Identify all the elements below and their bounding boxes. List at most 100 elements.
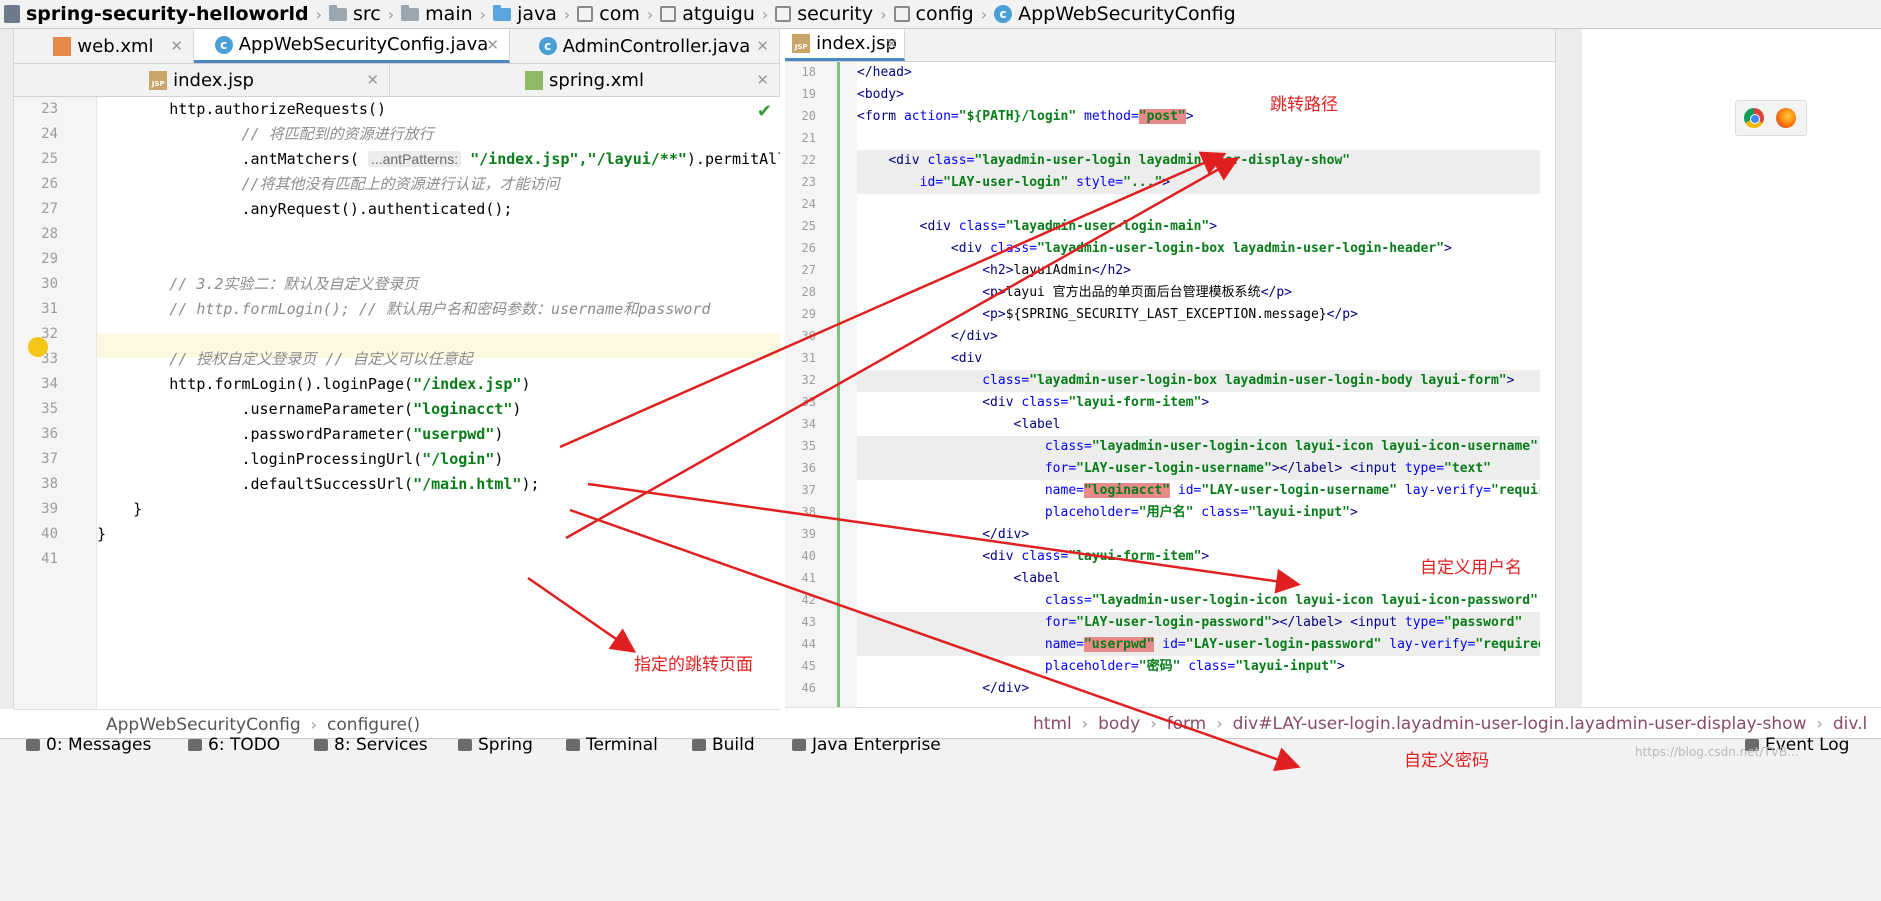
code-line[interactable]: .anyRequest().authenticated(); — [97, 197, 780, 222]
tab-index-jsp[interactable]: JSP index.jsp ✕ — [14, 64, 390, 96]
tool-messages[interactable]: 0: Messages — [26, 735, 151, 755]
close-icon[interactable]: ✕ — [756, 71, 769, 89]
code-line[interactable]: .loginProcessingUrl("/login") — [97, 447, 780, 472]
code-line[interactable]: <form action="${PATH}/login" method="pos… — [857, 106, 1540, 128]
code-line[interactable]: class="layadmin-user-login-box layadmin-… — [857, 370, 1540, 392]
code-line[interactable]: <body> — [857, 84, 1540, 106]
line-number: 27 — [41, 201, 58, 217]
tab-appwebsecurityconfig[interactable]: c AppWebSecurityConfig.java ✕ — [194, 29, 510, 63]
code-line[interactable]: placeholder="密码" class="layui-input"> — [857, 656, 1540, 678]
code-line[interactable]: <label — [857, 414, 1540, 436]
code-line[interactable]: <p>${SPRING_SECURITY_LAST_EXCEPTION.mess… — [857, 304, 1540, 326]
breadcrumb-item-main[interactable]: main — [397, 3, 476, 25]
status-form[interactable]: form — [1167, 714, 1207, 734]
close-icon[interactable]: ✕ — [366, 71, 379, 89]
code-line[interactable]: .usernameParameter("loginacct") — [97, 397, 780, 422]
code-line[interactable]: .defaultSuccessUrl("/main.html"); — [97, 472, 780, 497]
code-line[interactable]: http.formLogin().loginPage("/index.jsp") — [97, 372, 780, 397]
close-icon[interactable]: ✕ — [170, 37, 183, 55]
code-line[interactable]: for="LAY-user-login-password"></label> <… — [857, 612, 1540, 634]
tool-label: 0: Messages — [46, 735, 152, 755]
status-method[interactable]: configure() — [327, 715, 420, 735]
breadcrumb-item-class[interactable]: c AppWebSecurityConfig — [990, 3, 1240, 25]
tab-admincontroller[interactable]: c AdminController.java ✕ — [510, 29, 780, 63]
code-line[interactable]: placeholder="用户名" class="layui-input"> — [857, 502, 1540, 524]
tool-todo[interactable]: 6: TODO — [188, 735, 280, 755]
code-line[interactable]: <div class="layadmin-user-login layadmin… — [857, 150, 1540, 172]
code-line[interactable]: class="layadmin-user-login-icon layui-ic… — [857, 590, 1540, 612]
code-line[interactable]: class="layadmin-user-login-icon layui-ic… — [857, 436, 1540, 458]
tool-build[interactable]: Build — [692, 735, 755, 755]
code-line[interactable]: <h2>layuiAdmin</h2> — [857, 260, 1540, 282]
firefox-icon[interactable] — [1776, 108, 1796, 128]
status-html[interactable]: html — [1033, 714, 1072, 734]
code-line[interactable]: id="LAY-user-login" style="..."> — [857, 172, 1540, 194]
status-class[interactable]: AppWebSecurityConfig — [106, 715, 301, 735]
code-line[interactable]: //将其他没有匹配上的资源进行认证，才能访问 — [97, 172, 780, 197]
code-line[interactable] — [97, 222, 780, 247]
package-icon — [577, 6, 594, 22]
line-number: 28 — [41, 226, 58, 242]
status-div[interactable]: div#LAY-user-login.layadmin-user-login.l… — [1233, 714, 1807, 734]
code-line[interactable]: .antMatchers( ...antPatterns: "/index.js… — [97, 147, 780, 172]
close-icon[interactable]: ✕ — [756, 37, 769, 55]
code-line[interactable]: </div> — [857, 326, 1540, 348]
spring-xml-icon — [525, 70, 544, 90]
breadcrumb-item-security[interactable]: security — [771, 3, 877, 25]
tool-terminal[interactable]: Terminal — [566, 735, 658, 755]
code-line[interactable]: name="loginacct" id="LAY-user-login-user… — [857, 480, 1540, 502]
code-line[interactable]: // 将匹配到的资源进行放行 — [97, 122, 780, 147]
code-line[interactable]: <div — [857, 348, 1540, 370]
breadcrumb-item-src[interactable]: src — [325, 3, 385, 25]
code-line[interactable]: </div> — [857, 524, 1540, 546]
code-line[interactable]: .passwordParameter("userpwd") — [97, 422, 780, 447]
breadcrumb-item-java[interactable]: java — [489, 3, 561, 25]
code-line[interactable] — [97, 247, 780, 272]
code-line[interactable]: <div class="layui-form-item"> — [857, 392, 1540, 414]
line-number: 31 — [801, 351, 816, 365]
annotation-custom-username: 自定义用户名 — [1420, 558, 1522, 578]
breadcrumb-separator: › — [387, 4, 395, 24]
tool-services[interactable]: 8: Services — [314, 735, 428, 755]
inspection-ok-icon[interactable]: ✔ — [757, 101, 772, 122]
status-div-l[interactable]: div.l — [1833, 714, 1867, 734]
left-code-editor[interactable]: http.authorizeRequests() // 将匹配到的资源进行放行 … — [97, 97, 780, 709]
code-line[interactable]: </div> — [857, 678, 1540, 700]
close-icon[interactable]: ✕ — [885, 35, 898, 53]
code-line[interactable]: // 授权自定义登录页 // 自定义可以任意起 — [97, 347, 780, 372]
code-line[interactable] — [857, 128, 1540, 150]
code-line[interactable]: name="userpwd" id="LAY-user-login-passwo… — [857, 634, 1540, 656]
code-line[interactable]: } — [97, 522, 780, 547]
status-body[interactable]: body — [1098, 714, 1140, 734]
code-line[interactable] — [97, 547, 780, 572]
breadcrumb-item-atguigu[interactable]: atguigu — [656, 3, 759, 25]
code-line[interactable]: } — [97, 497, 780, 522]
code-line[interactable]: // 3.2实验二：默认及自定义登录页 — [97, 272, 780, 297]
chrome-icon[interactable] — [1744, 108, 1764, 128]
tool-java-enterprise[interactable]: Java Enterprise — [792, 735, 941, 755]
code-line[interactable]: <div class="layadmin-user-login-box laya… — [857, 238, 1540, 260]
line-number: 40 — [41, 526, 58, 542]
right-code-editor[interactable]: </head> <body> <form action="${PATH}/login… — [857, 62, 1540, 707]
code-line[interactable] — [857, 194, 1540, 216]
breadcrumb-item-com[interactable]: com — [573, 3, 644, 25]
code-line[interactable]: <div class="layadmin-user-login-main"> — [857, 216, 1540, 238]
breadcrumb-label: java — [517, 3, 557, 25]
bulb-icon[interactable] — [28, 337, 48, 357]
breadcrumb-separator: › — [880, 4, 887, 24]
breadcrumb-label: main — [425, 3, 473, 25]
code-line[interactable] — [97, 322, 780, 347]
code-line[interactable]: <p>layui 官方出品的单页面后台管理模板系统</p> — [857, 282, 1540, 304]
breadcrumb-item-config[interactable]: config — [890, 3, 978, 25]
tool-spring[interactable]: Spring — [458, 735, 533, 755]
tab-web-xml[interactable]: web.xml ✕ — [14, 29, 194, 63]
code-line[interactable]: // http.formLogin(); // 默认用户名和密码参数：usern… — [97, 297, 780, 322]
line-number: 26 — [41, 176, 58, 192]
code-line[interactable]: http.authorizeRequests() — [97, 97, 780, 122]
tab-index-jsp-right[interactable]: JSP index.jsp ✕ — [785, 29, 905, 61]
code-line[interactable]: </head> — [857, 62, 1540, 84]
close-icon[interactable]: ✕ — [486, 36, 499, 54]
tab-spring-xml[interactable]: spring.xml ✕ — [390, 64, 780, 96]
breadcrumb-project[interactable]: spring-security-helloworld — [0, 3, 313, 25]
code-line[interactable]: for="LAY-user-login-username"></label> <… — [857, 458, 1540, 480]
